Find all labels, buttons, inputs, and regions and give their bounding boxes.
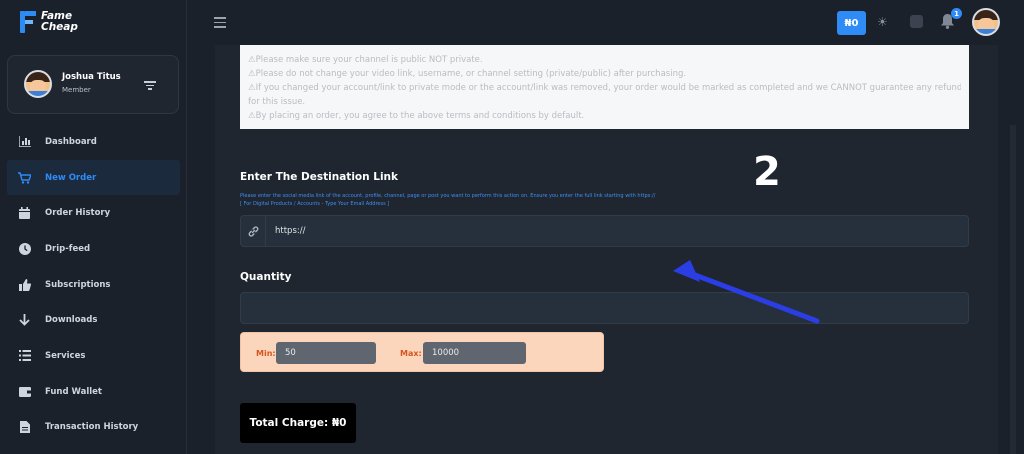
clock-icon — [18, 242, 31, 255]
notice-line: ⚠If you changed your account/link to pri… — [248, 83, 961, 93]
sidebar-item-label: Downloads — [45, 315, 98, 326]
step-number-annotation: 2 — [753, 149, 781, 195]
file-icon — [18, 421, 31, 434]
sidebar-item-label: Subscriptions — [45, 279, 111, 290]
main-content: ⚠Please make sure your channel is public… — [215, 45, 998, 454]
sidebar-nav: Dashboard New Order Order History Drip-f… — [0, 124, 187, 445]
notice-line: ⚠Please make sure your channel is public… — [248, 55, 483, 65]
destination-link-hint: Please enter the social media link of th… — [240, 193, 800, 208]
quantity-input[interactable] — [240, 292, 969, 324]
calendar-icon — [18, 207, 31, 220]
sidebar-item-label: Fund Wallet — [45, 386, 102, 397]
sidebar-item-label: Order History — [45, 208, 111, 219]
sidebar-item-fund-wallet[interactable]: Fund Wallet — [0, 374, 187, 410]
filter-icon[interactable] — [144, 81, 156, 90]
wallet-balance-button[interactable]: ₦0 — [837, 11, 866, 35]
link-icon — [241, 216, 266, 246]
brand-logo[interactable]: Fame Cheap — [17, 9, 78, 35]
user-role: Member — [62, 86, 91, 94]
hint-line: Please enter the social media link of th… — [240, 193, 656, 199]
max-label: Max: — [400, 349, 422, 358]
user-card: Joshua Titus Member — [7, 55, 179, 114]
notice-line — [248, 39, 961, 53]
wallet-icon — [18, 385, 31, 398]
sidebar-item-label: Dashboard — [45, 136, 97, 147]
max-quantity-field: 10000 — [423, 342, 526, 364]
avatar[interactable] — [972, 8, 1000, 36]
arrow-down-icon — [18, 314, 31, 327]
sidebar-item-label: Transaction History — [45, 422, 139, 433]
scrollbar[interactable] — [1010, 125, 1016, 454]
sun-icon[interactable]: ☀ — [877, 16, 889, 28]
terms-notice: ⚠Please make sure your channel is public… — [240, 45, 969, 129]
total-charge: Total Charge: ₦0 — [240, 403, 356, 443]
sidebar-item-new-order[interactable]: New Order — [7, 159, 180, 196]
destination-link-label: Enter The Destination Link — [240, 171, 399, 183]
brand-name: Fame Cheap — [41, 10, 78, 33]
sidebar-item-label: Drip-feed — [45, 243, 91, 254]
sidebar-item-label: New Order — [45, 172, 97, 183]
avatar[interactable] — [24, 70, 52, 98]
notice-line: ⚠Please do not change your video link, u… — [248, 69, 687, 79]
quantity-limits: Min: 50 Max: 10000 — [240, 332, 604, 372]
sidebar: Fame Cheap Joshua Titus Member Dashboard… — [0, 0, 187, 454]
sidebar-item-order-history[interactable]: Order History — [0, 195, 187, 231]
sidebar-item-services[interactable]: Services — [0, 338, 187, 374]
sidebar-item-subscriptions[interactable]: Subscriptions — [0, 267, 187, 303]
sidebar-item-downloads[interactable]: Downloads — [0, 302, 187, 338]
sidebar-item-dashboard[interactable]: Dashboard — [0, 124, 187, 160]
sidebar-item-transaction-history[interactable]: Transaction History — [0, 410, 187, 446]
quantity-label: Quantity — [240, 271, 292, 283]
user-name: Joshua Titus — [62, 72, 121, 82]
min-quantity-field: 50 — [276, 342, 376, 364]
cart-icon — [18, 171, 31, 184]
list-icon — [18, 349, 31, 362]
destination-link-field — [240, 215, 969, 247]
thumbs-up-icon — [18, 278, 31, 291]
sidebar-item-drip-feed[interactable]: Drip-feed — [0, 231, 187, 267]
menu-icon[interactable] — [214, 17, 226, 28]
destination-link-input[interactable] — [266, 226, 968, 236]
chart-icon — [18, 135, 31, 148]
notice-line: ⚠By placing an order, you agree to the a… — [248, 111, 585, 121]
apps-icon[interactable] — [910, 15, 923, 28]
min-label: Min: — [256, 349, 276, 358]
notification-badge: 1 — [951, 8, 962, 19]
sidebar-item-label: Services — [45, 350, 86, 361]
notice-line: for this issue. — [248, 97, 306, 107]
hint-line: [ For Digital Products / Accounts - Type… — [240, 200, 390, 207]
logo-mark-icon — [17, 9, 37, 35]
